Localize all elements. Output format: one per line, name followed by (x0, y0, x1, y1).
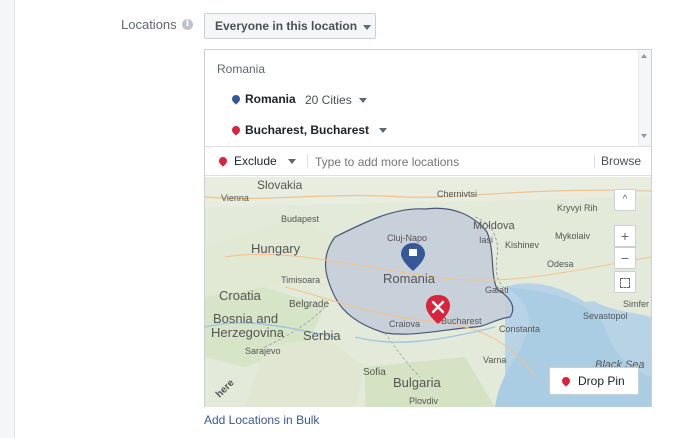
map-label-varna: Varna (483, 355, 506, 365)
map-label-moldova: Moldova (473, 220, 515, 232)
browse-button[interactable]: Browse (601, 154, 641, 168)
country-heading: Romania (217, 62, 266, 76)
divider (307, 154, 308, 168)
scroll-up-icon[interactable] (641, 54, 647, 58)
map-label-constanta: Constanta (499, 324, 540, 334)
map-pan-up-button[interactable]: ^ (614, 189, 636, 211)
map-label-cluj: Cluj-Napo (387, 233, 427, 243)
map-label-bosnia: Bosnia and (213, 311, 278, 326)
scroll-down-icon[interactable] (641, 134, 647, 138)
chevron-down-icon[interactable] (379, 128, 387, 133)
include-exclude-dropdown[interactable]: Exclude (234, 154, 296, 168)
radius-value: 20 Cities (305, 93, 352, 107)
chevron-down-icon (288, 159, 296, 164)
recenter-icon (620, 278, 630, 288)
map-label-kishinev: Kishinev (505, 240, 540, 250)
info-icon[interactable]: i (182, 19, 193, 30)
zoom-out-button[interactable]: − (614, 247, 636, 269)
map-label-craiova: Craiova (389, 319, 420, 329)
map-label-herzegovina: Herzegovina (211, 325, 285, 340)
included-location-row: Romania 20 Cities (229, 92, 629, 108)
map-label-simfer: Simfer (623, 299, 649, 309)
excluded-location-name: Bucharest, Bucharest (245, 123, 370, 137)
map-label-sarajevo: Sarajevo (245, 346, 281, 356)
map-label-iasi: Iasi (479, 235, 493, 245)
map-label-romania: Romania (383, 271, 436, 286)
drop-pin-icon (560, 375, 572, 387)
exclude-bar: Exclude Browse (205, 146, 651, 176)
map-label-slovakia: Slovakia (257, 178, 303, 192)
drop-pin-label: Drop Pin (578, 374, 625, 388)
audience-select[interactable]: Everyone in this location (204, 13, 376, 39)
scrollbar[interactable] (638, 50, 651, 146)
audience-select-value: Everyone in this location (215, 19, 358, 33)
zoom-in-button[interactable]: + (614, 225, 636, 247)
chevron-down-icon (359, 98, 367, 103)
map-label-croatia: Croatia (219, 288, 262, 303)
recenter-button[interactable] (614, 271, 636, 293)
map-label-chernivtsi: Chernivtsi (437, 189, 477, 199)
map-label-budapest: Budapest (281, 214, 320, 224)
map-label-bulgaria: Bulgaria (393, 375, 441, 390)
locations-label: Locations (121, 17, 177, 32)
map-label-timisoara: Timisoara (281, 275, 320, 285)
map-label-plovdiv: Plovdiv (409, 396, 439, 406)
map-label-hungary: Hungary (251, 241, 301, 256)
map-label-bucharest: Bucharest (441, 316, 482, 326)
chevron-down-icon (363, 25, 371, 30)
include-pin-icon (230, 93, 242, 105)
radius-dropdown[interactable]: 20 Cities (305, 93, 367, 107)
add-locations-bulk-link[interactable]: Add Locations in Bulk (204, 413, 319, 427)
locations-box: Romania Romania 20 Cities Bucharest, Buc… (204, 49, 652, 407)
selected-locations-list: Romania Romania 20 Cities Bucharest, Buc… (205, 50, 651, 146)
include-exclude-value: Exclude (234, 154, 277, 168)
map-label-galati: Galati (485, 285, 509, 295)
map-label-odesa: Odesa (547, 259, 574, 269)
drop-pin-button[interactable]: Drop Pin (549, 367, 639, 395)
map-label-vienna: Vienna (221, 193, 249, 203)
excluded-location-row: Bucharest, Bucharest (229, 123, 629, 139)
map-label-sevastopol: Sevastopol (583, 311, 628, 321)
map-label-mykolaiv: Mykolaiv (555, 231, 591, 241)
divider (594, 154, 595, 168)
map[interactable]: Slovakia Vienna Budapest Hungary Cherniv… (205, 177, 651, 407)
exclude-pin-icon (217, 155, 229, 167)
map-label-belgrade: Belgrade (289, 299, 329, 310)
map-label-kryvyi-rih: Kryvyi Rih (557, 203, 598, 213)
included-location-name: Romania (245, 92, 296, 106)
map-label-sofia: Sofia (363, 367, 386, 378)
location-search-input[interactable] (313, 151, 587, 173)
map-label-serbia: Serbia (303, 328, 341, 343)
exclude-pin-icon (230, 124, 242, 136)
